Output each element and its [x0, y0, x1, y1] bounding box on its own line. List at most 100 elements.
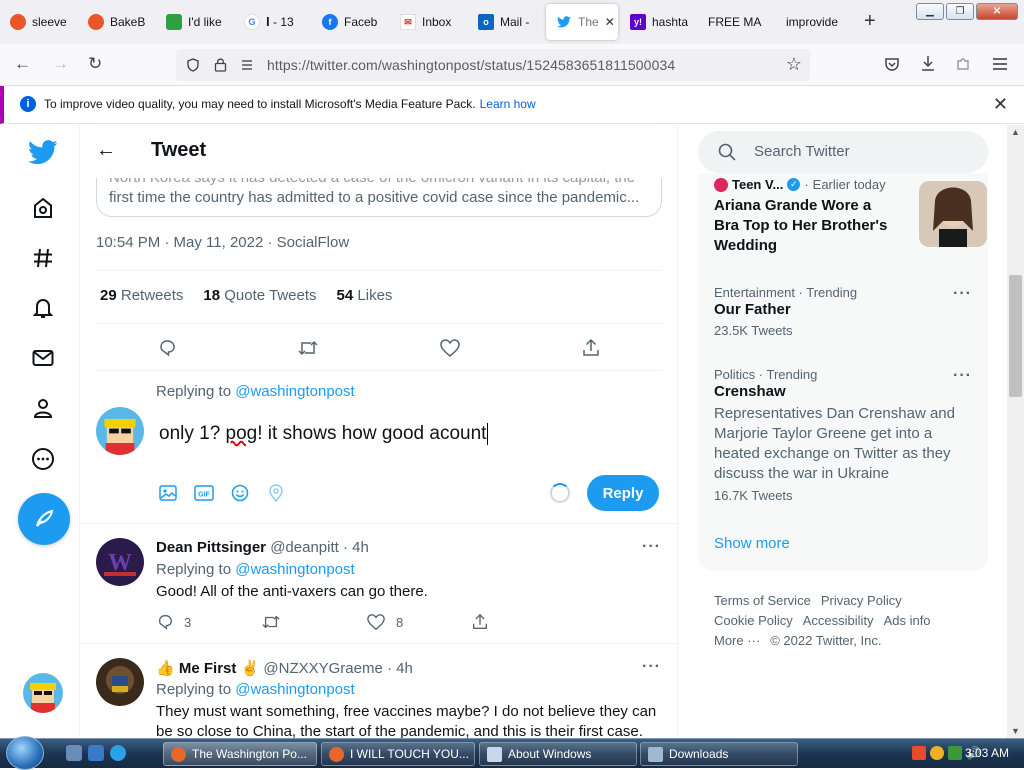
shield-icon[interactable] [186, 58, 200, 72]
pocket-icon[interactable] [884, 56, 900, 72]
close-window-button[interactable]: ✕ [976, 3, 1018, 20]
footer-link[interactable]: Ads info [884, 613, 931, 628]
trend-item[interactable]: Entertainment · Trending Our Father 23.5… [714, 285, 974, 338]
network-icon[interactable] [948, 746, 962, 760]
retweets-stat[interactable]: 29 Retweets [100, 287, 183, 304]
maximize-button[interactable]: ❐ [946, 3, 974, 20]
profile-icon[interactable] [22, 387, 64, 429]
retweet-action[interactable] [261, 613, 366, 631]
internet-explorer-icon[interactable] [110, 745, 126, 761]
trend-news-item[interactable]: Teen V... ✓ · Earlier today Ariana Grand… [714, 177, 987, 267]
tab-4[interactable]: G 𝐈 - 13 [234, 4, 310, 40]
back-arrow-icon[interactable]: ← [96, 139, 116, 162]
home-icon[interactable] [22, 187, 64, 229]
messages-envelope-icon[interactable] [22, 337, 64, 379]
reply-text-input[interactable]: only 1? pog! it shows how good acount [159, 423, 489, 445]
quote-tweets-stat[interactable]: 18 Quote Tweets [203, 287, 316, 304]
footer-link[interactable]: Privacy Policy [821, 593, 902, 608]
permissions-icon[interactable] [240, 58, 254, 72]
scrollbar-thumb[interactable] [1009, 275, 1022, 397]
learn-how-link[interactable]: Learn how [480, 97, 536, 111]
reply-avatar[interactable]: W [96, 538, 144, 586]
account-avatar[interactable] [23, 673, 63, 713]
url-text[interactable]: https://twitter.com/washingtonpost/statu… [267, 57, 675, 73]
show-desktop-icon[interactable] [66, 745, 82, 761]
tab-5[interactable]: f Faceb [312, 4, 388, 40]
more-options-icon[interactable] [22, 438, 64, 480]
tab-11[interactable]: improvide [776, 4, 856, 40]
scroll-down-icon[interactable]: ▼ [1011, 726, 1020, 736]
tab-2[interactable]: BakeB [78, 4, 154, 40]
tab-1[interactable]: sleeve [0, 4, 76, 40]
taskbar-item[interactable]: About Windows [479, 742, 637, 766]
reply-tweet[interactable]: W Dean Pittsinger @deanpitt · 4h ··· Rep… [80, 523, 677, 643]
forward-icon[interactable]: → [52, 54, 69, 74]
reply-name[interactable]: Dean Pittsinger [156, 539, 266, 556]
reply-button[interactable]: Reply [587, 475, 659, 511]
extensions-icon[interactable] [955, 56, 971, 72]
compose-tweet-button[interactable] [18, 493, 70, 545]
menu-hamburger-icon[interactable] [992, 57, 1008, 71]
footer-link[interactable]: Cookie Policy [714, 613, 793, 628]
reply-action[interactable]: 3 [156, 613, 261, 631]
tab-7[interactable]: o Mail - [468, 4, 544, 40]
replying-handle-link[interactable]: @washingtonpost [235, 383, 354, 400]
trend-item[interactable]: Politics · Trending Crenshaw Representat… [714, 367, 974, 503]
new-tab-button[interactable]: + [864, 10, 876, 33]
tab-9[interactable]: y! hashta [620, 4, 696, 40]
more-options-icon[interactable]: ··· [642, 538, 661, 556]
replying-handle-link[interactable]: @washingtonpost [235, 681, 354, 698]
retweet-icon[interactable] [297, 337, 319, 359]
download-icon[interactable] [920, 55, 936, 72]
tweet-timestamp[interactable]: 10:54 PM · May 11, 2022 · SocialFlow [96, 234, 349, 251]
tab-8-active[interactable]: The ✕ [546, 4, 618, 40]
reply-name[interactable]: Me First [179, 660, 237, 677]
start-button[interactable] [6, 736, 44, 770]
like-action[interactable]: 8 [366, 613, 471, 631]
minimize-button[interactable]: ▁ [916, 3, 944, 20]
explorer-icon[interactable] [88, 745, 104, 761]
reply-handle[interactable]: @deanpitt [270, 539, 339, 556]
search-input[interactable]: Search Twitter [698, 131, 988, 173]
tab-10[interactable]: FREE MA [698, 4, 774, 40]
tab-3[interactable]: I'd like [156, 4, 232, 40]
reply-handle[interactable]: @NZXXYGraeme [263, 660, 382, 677]
likes-stat[interactable]: 54 Likes [337, 287, 393, 304]
reply-time[interactable]: 4h [352, 539, 369, 556]
footer-link[interactable]: Terms of Service [714, 593, 811, 608]
taskbar-item[interactable]: Downloads [640, 742, 798, 766]
location-pin-icon[interactable] [266, 483, 286, 503]
lock-icon[interactable] [214, 57, 227, 72]
more-options-icon[interactable]: ··· [642, 658, 661, 676]
reply-time[interactable]: 4h [396, 660, 413, 677]
like-heart-icon[interactable] [439, 337, 461, 359]
reply-tweet[interactable]: 👍 Me First ✌ @NZXXYGraeme · 4h ··· Reply… [80, 643, 677, 738]
footer-link[interactable]: Accessibility [803, 613, 874, 628]
show-more-link[interactable]: Show more [714, 535, 790, 552]
bookmark-star-icon[interactable]: ☆ [786, 54, 802, 75]
page-scrollbar[interactable]: ▲ ▼ [1007, 125, 1024, 738]
image-media-icon[interactable] [158, 483, 178, 503]
scroll-up-icon[interactable]: ▲ [1011, 127, 1020, 137]
replying-handle-link[interactable]: @washingtonpost [235, 561, 354, 578]
trend-more-icon[interactable]: ··· [953, 367, 972, 385]
taskbar-item[interactable]: The Washington Po... [163, 742, 317, 766]
compose-avatar[interactable] [96, 407, 144, 455]
tray-icon[interactable] [930, 746, 944, 760]
explore-hashtag-icon[interactable] [22, 237, 64, 279]
clock[interactable]: 3:03 AM [965, 746, 1009, 760]
taskbar-item[interactable]: I WILL TOUCH YOU... [321, 742, 475, 766]
reply-avatar[interactable] [96, 658, 144, 706]
reload-icon[interactable]: ↻ [88, 54, 102, 74]
gif-icon[interactable]: GIF [194, 483, 214, 503]
notifications-bell-icon[interactable] [22, 287, 64, 329]
tray-icon[interactable] [912, 746, 926, 760]
tab-6[interactable]: ✉ Inbox [390, 4, 466, 40]
back-icon[interactable]: ← [14, 54, 31, 74]
share-icon[interactable] [580, 337, 602, 359]
share-action[interactable] [471, 613, 576, 631]
close-notification-icon[interactable]: ✕ [993, 94, 1008, 115]
footer-more-link[interactable]: More ··· [714, 633, 760, 648]
url-bar[interactable]: https://twitter.com/washingtonpost/statu… [176, 49, 810, 81]
twitter-logo-icon[interactable] [22, 131, 64, 173]
